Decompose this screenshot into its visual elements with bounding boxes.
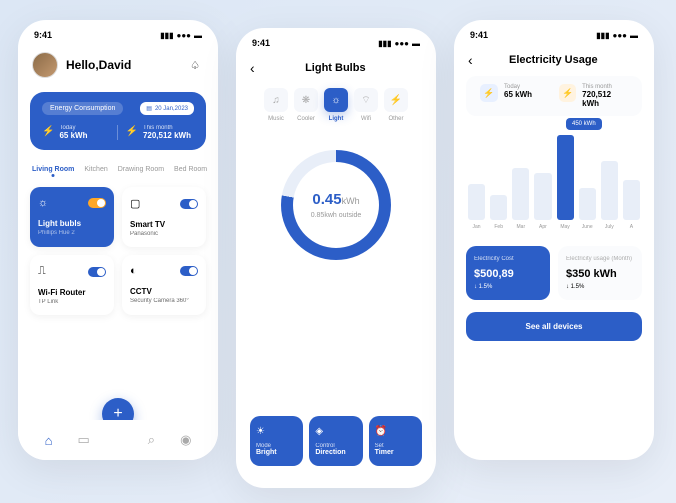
chart-tooltip: 450 kWh — [566, 118, 602, 130]
toggle-light[interactable] — [88, 198, 106, 208]
greeting-row: Hello,David ♤ — [18, 44, 218, 86]
energy-card: Energy Consumption ▤20 Jan,2023 ⚡ Today6… — [30, 92, 206, 150]
status-bar: 9:41 ▮▮▮●●●▬ — [236, 28, 436, 52]
music-icon: ♫ — [272, 95, 280, 106]
plug-icon: ⚡ — [42, 126, 54, 137]
toggle-wifi[interactable] — [88, 267, 106, 277]
status-icons: ▮▮▮●●●▬ — [378, 39, 420, 48]
camera-icon: ◐ — [130, 265, 137, 277]
bolt-icon: ⚡ — [126, 126, 138, 137]
bar-feb[interactable] — [490, 195, 507, 220]
tile-light-bulbs[interactable]: ☼ Light bubls Phillips Hue 2 — [30, 187, 114, 247]
usage-chart: 450 kWh Jan Feb Mar Apr May June July A — [454, 116, 654, 238]
bar-july[interactable] — [601, 161, 618, 220]
sun-icon: ☀ — [256, 426, 297, 437]
tile-smart-tv[interactable]: ▢ Smart TV Panasonic — [122, 187, 206, 247]
page-title: Light Bulbs — [263, 62, 408, 74]
stats-row: Electricity Cost $500,89 ↓ 1.5% Electric… — [454, 238, 654, 308]
usage-gauge: 0.45kWh 0.85kwh outside — [281, 150, 391, 260]
wifi-icon: ⌔ — [361, 94, 370, 107]
usage-header: ‹ Electricity Usage — [454, 44, 654, 76]
date-picker[interactable]: ▤20 Jan,2023 — [140, 102, 194, 115]
control-row: ☀ModeBright ◈ControlDirection ⏰SetTimer — [236, 408, 436, 474]
tab-kitchen[interactable]: Kitchen — [84, 166, 107, 173]
router-icon: ⎍ — [38, 265, 46, 278]
bar-jan[interactable] — [468, 184, 485, 220]
status-time: 9:41 — [252, 38, 270, 48]
cat-light[interactable]: ☼Light — [324, 88, 348, 122]
fan-icon: ❋ — [302, 95, 310, 106]
tile-cctv[interactable]: ◐ CCTV Security Camera 360° — [122, 255, 206, 315]
cat-wifi[interactable]: ⌔Wifi — [354, 88, 378, 122]
control-direction[interactable]: ◈ControlDirection — [309, 416, 362, 466]
status-icons: ▮▮▮●●●▬ — [596, 31, 638, 40]
nav-cast-icon[interactable]: ▭ — [78, 432, 90, 448]
bulb-icon: ☼ — [331, 95, 340, 106]
clock-icon: ⏰ — [375, 426, 416, 437]
month-stat: ⚡ This month720,512 kWh — [126, 125, 195, 140]
bottom-nav: ⌂ ▭ + ⌕ ◉ — [18, 420, 218, 460]
today-stat: ⚡ Today65 kWh — [42, 125, 118, 140]
status-icons: ▮▮▮●●●▬ — [160, 31, 202, 40]
gauge-subtitle: 0.85kwh outside — [311, 212, 362, 219]
bulb-icon: ☼ — [38, 197, 48, 209]
detail-screen: 9:41 ▮▮▮●●●▬ ‹ Light Bulbs ♫Music ❋Coole… — [236, 28, 436, 488]
tile-wifi-router[interactable]: ⎍ Wi-Fi Router TP Link — [30, 255, 114, 315]
cat-other[interactable]: ⚡Other — [384, 88, 408, 122]
plug-icon: ⚡ — [480, 84, 498, 102]
status-bar: 9:41 ▮▮▮●●●▬ — [18, 20, 218, 44]
room-tabs: Living Room Kitchen Drawing Room Bed Roo… — [18, 156, 218, 177]
summary-month: ⚡ This month720,512 kWh — [559, 84, 628, 108]
status-time: 9:41 — [470, 30, 488, 40]
avatar[interactable] — [32, 52, 58, 78]
tab-drawing-room[interactable]: Drawing Room — [118, 166, 164, 173]
calendar-icon: ▤ — [146, 105, 152, 112]
bar-june[interactable] — [579, 188, 596, 220]
nav-profile-icon[interactable]: ◉ — [180, 432, 191, 448]
detail-header: ‹ Light Bulbs — [236, 52, 436, 84]
tv-icon: ▢ — [130, 197, 140, 210]
device-grid: ☼ Light bubls Phillips Hue 2 ▢ Smart TV … — [18, 177, 218, 325]
status-time: 9:41 — [34, 30, 52, 40]
bar-apr[interactable] — [534, 173, 551, 220]
stat-usage[interactable]: Electricity usage (Month) $350 kWh ↓ 1.5… — [558, 246, 642, 300]
tab-living-room[interactable]: Living Room — [32, 166, 74, 173]
notification-icon[interactable]: ♤ — [186, 56, 204, 74]
usage-screen: 9:41 ▮▮▮●●●▬ ‹ Electricity Usage ⚡ Today… — [454, 20, 654, 460]
bar-aug[interactable] — [623, 180, 640, 220]
page-title: Electricity Usage — [481, 54, 626, 66]
chart-x-axis: Jan Feb Mar Apr May June July A — [466, 220, 642, 234]
summary-today: ⚡ Today65 kWh — [480, 84, 549, 108]
see-all-button[interactable]: See all devices — [466, 312, 642, 341]
gauge-section: 0.45kWh 0.85kwh outside — [236, 126, 436, 276]
bolt-icon: ⚡ — [390, 95, 402, 106]
cat-cooler[interactable]: ❋Cooler — [294, 88, 318, 122]
nav-home-icon[interactable]: ⌂ — [45, 433, 53, 448]
cat-music[interactable]: ♫Music — [264, 88, 288, 122]
back-button[interactable]: ‹ — [250, 60, 255, 76]
consumption-pill: Energy Consumption — [42, 102, 123, 115]
home-screen: 9:41 ▮▮▮●●●▬ Hello,David ♤ Energy Consum… — [18, 20, 218, 460]
bar-mar[interactable] — [512, 168, 529, 220]
control-timer[interactable]: ⏰SetTimer — [369, 416, 422, 466]
back-button[interactable]: ‹ — [468, 52, 473, 68]
greeting-text: Hello,David — [66, 58, 178, 72]
summary-card: ⚡ Today65 kWh ⚡ This month720,512 kWh — [466, 76, 642, 116]
toggle-cctv[interactable] — [180, 266, 198, 276]
stat-cost[interactable]: Electricity Cost $500,89 ↓ 1.5% — [466, 246, 550, 300]
chart-bars — [466, 130, 642, 220]
gauge-value: 0.45 — [312, 191, 341, 208]
control-mode[interactable]: ☀ModeBright — [250, 416, 303, 466]
toggle-tv[interactable] — [180, 199, 198, 209]
bar-may[interactable] — [557, 135, 574, 221]
tab-bed-room[interactable]: Bed Room — [174, 166, 207, 173]
nav-search-icon[interactable]: ⌕ — [148, 432, 155, 448]
compass-icon: ◈ — [315, 426, 356, 437]
status-bar: 9:41 ▮▮▮●●●▬ — [454, 20, 654, 44]
bolt-icon: ⚡ — [559, 84, 576, 102]
category-row: ♫Music ❋Cooler ☼Light ⌔Wifi ⚡Other — [236, 84, 436, 126]
